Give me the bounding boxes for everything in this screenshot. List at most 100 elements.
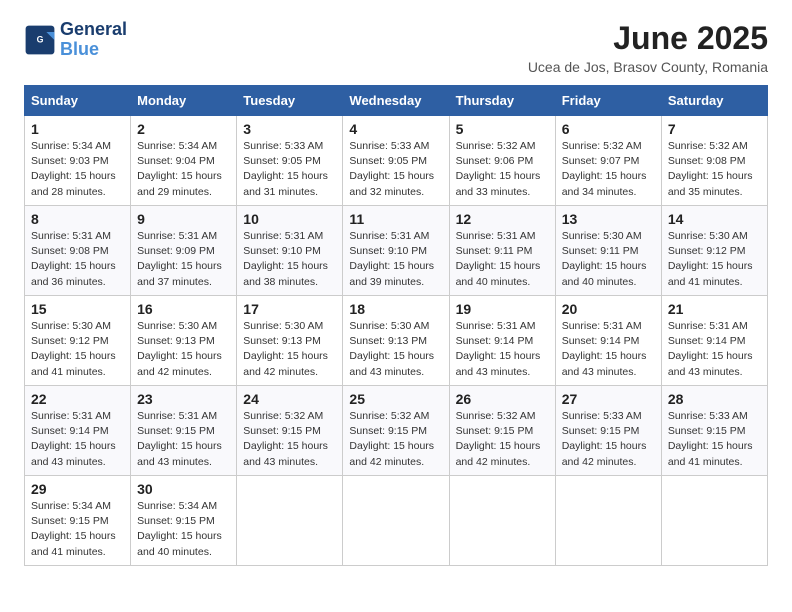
day-number: 12 xyxy=(456,211,549,227)
day-number: 1 xyxy=(31,121,124,137)
day-info: Sunrise: 5:34 AM Sunset: 9:03 PM Dayligh… xyxy=(31,139,124,200)
logo: G General Blue xyxy=(24,20,127,60)
day-number: 28 xyxy=(668,391,761,407)
col-tuesday: Tuesday xyxy=(237,86,343,116)
day-number: 9 xyxy=(137,211,230,227)
day-info: Sunrise: 5:31 AM Sunset: 9:10 PM Dayligh… xyxy=(243,229,336,290)
location-title: Ucea de Jos, Brasov County, Romania xyxy=(528,59,768,75)
col-wednesday: Wednesday xyxy=(343,86,449,116)
day-number: 17 xyxy=(243,301,336,317)
day-info: Sunrise: 5:32 AM Sunset: 9:15 PM Dayligh… xyxy=(456,409,549,470)
calendar-cell: 19 Sunrise: 5:31 AM Sunset: 9:14 PM Dayli… xyxy=(449,296,555,386)
calendar-cell: 8 Sunrise: 5:31 AM Sunset: 9:08 PM Daylig… xyxy=(25,206,131,296)
day-number: 25 xyxy=(349,391,442,407)
day-info: Sunrise: 5:31 AM Sunset: 9:14 PM Dayligh… xyxy=(456,319,549,380)
col-monday: Monday xyxy=(131,86,237,116)
day-number: 6 xyxy=(562,121,655,137)
day-info: Sunrise: 5:32 AM Sunset: 9:06 PM Dayligh… xyxy=(456,139,549,200)
day-number: 22 xyxy=(31,391,124,407)
calendar-cell xyxy=(661,476,767,566)
calendar-cell: 23 Sunrise: 5:31 AM Sunset: 9:15 PM Dayli… xyxy=(131,386,237,476)
calendar-cell: 27 Sunrise: 5:33 AM Sunset: 9:15 PM Dayli… xyxy=(555,386,661,476)
day-number: 15 xyxy=(31,301,124,317)
day-number: 18 xyxy=(349,301,442,317)
calendar-cell: 3Sunrise: 5:33 AM Sunset: 9:05 PM Daylig… xyxy=(237,116,343,206)
calendar-cell: 14 Sunrise: 5:30 AM Sunset: 9:12 PM Dayli… xyxy=(661,206,767,296)
day-number: 23 xyxy=(137,391,230,407)
calendar-cell: 13Sunrise: 5:30 AM Sunset: 9:11 PM Dayli… xyxy=(555,206,661,296)
day-number: 26 xyxy=(456,391,549,407)
day-info: Sunrise: 5:33 AM Sunset: 9:05 PM Dayligh… xyxy=(349,139,442,200)
calendar-cell: 1 Sunrise: 5:34 AM Sunset: 9:03 PM Daylig… xyxy=(25,116,131,206)
day-number: 14 xyxy=(668,211,761,227)
day-info: Sunrise: 5:32 AM Sunset: 9:08 PM Dayligh… xyxy=(668,139,761,200)
calendar-table: Sunday Monday Tuesday Wednesday Thursday… xyxy=(24,85,768,566)
calendar-cell: 10 Sunrise: 5:31 AM Sunset: 9:10 PM Dayli… xyxy=(237,206,343,296)
calendar-cell: 16Sunrise: 5:30 AM Sunset: 9:13 PM Dayli… xyxy=(131,296,237,386)
title-area: June 2025 Ucea de Jos, Brasov County, Ro… xyxy=(528,20,768,75)
day-info: Sunrise: 5:30 AM Sunset: 9:13 PM Dayligh… xyxy=(349,319,442,380)
calendar-cell: 5Sunrise: 5:32 AM Sunset: 9:06 PM Daylig… xyxy=(449,116,555,206)
day-number: 8 xyxy=(31,211,124,227)
day-info: Sunrise: 5:31 AM Sunset: 9:14 PM Dayligh… xyxy=(668,319,761,380)
day-number: 30 xyxy=(137,481,230,497)
calendar-cell: 4Sunrise: 5:33 AM Sunset: 9:05 PM Daylig… xyxy=(343,116,449,206)
day-info: Sunrise: 5:32 AM Sunset: 9:15 PM Dayligh… xyxy=(349,409,442,470)
col-sunday: Sunday xyxy=(25,86,131,116)
day-info: Sunrise: 5:31 AM Sunset: 9:14 PM Dayligh… xyxy=(31,409,124,470)
day-number: 11 xyxy=(349,211,442,227)
day-info: Sunrise: 5:31 AM Sunset: 9:14 PM Dayligh… xyxy=(562,319,655,380)
calendar-week-row: 8 Sunrise: 5:31 AM Sunset: 9:08 PM Daylig… xyxy=(25,206,768,296)
day-number: 3 xyxy=(243,121,336,137)
calendar-cell: 7 Sunrise: 5:32 AM Sunset: 9:08 PM Daylig… xyxy=(661,116,767,206)
calendar-cell: 9Sunrise: 5:31 AM Sunset: 9:09 PM Daylig… xyxy=(131,206,237,296)
calendar-header-row: Sunday Monday Tuesday Wednesday Thursday… xyxy=(25,86,768,116)
day-info: Sunrise: 5:34 AM Sunset: 9:04 PM Dayligh… xyxy=(137,139,230,200)
calendar-cell: 2Sunrise: 5:34 AM Sunset: 9:04 PM Daylig… xyxy=(131,116,237,206)
calendar-cell xyxy=(555,476,661,566)
day-number: 19 xyxy=(456,301,549,317)
calendar-cell: 6 Sunrise: 5:32 AM Sunset: 9:07 PM Daylig… xyxy=(555,116,661,206)
calendar-week-row: 15Sunrise: 5:30 AM Sunset: 9:12 PM Dayli… xyxy=(25,296,768,386)
svg-text:G: G xyxy=(37,34,44,44)
day-number: 13 xyxy=(562,211,655,227)
day-info: Sunrise: 5:30 AM Sunset: 9:12 PM Dayligh… xyxy=(668,229,761,290)
col-saturday: Saturday xyxy=(661,86,767,116)
calendar-cell: 12 Sunrise: 5:31 AM Sunset: 9:11 PM Dayli… xyxy=(449,206,555,296)
day-number: 16 xyxy=(137,301,230,317)
calendar-week-row: 1 Sunrise: 5:34 AM Sunset: 9:03 PM Daylig… xyxy=(25,116,768,206)
day-info: Sunrise: 5:31 AM Sunset: 9:15 PM Dayligh… xyxy=(137,409,230,470)
calendar-cell: 28 Sunrise: 5:33 AM Sunset: 9:15 PM Dayli… xyxy=(661,386,767,476)
day-number: 24 xyxy=(243,391,336,407)
day-number: 20 xyxy=(562,301,655,317)
page-header: G General Blue June 2025 Ucea de Jos, Br… xyxy=(24,20,768,75)
calendar-cell: 18 Sunrise: 5:30 AM Sunset: 9:13 PM Dayli… xyxy=(343,296,449,386)
day-info: Sunrise: 5:33 AM Sunset: 9:15 PM Dayligh… xyxy=(668,409,761,470)
calendar-cell: 22 Sunrise: 5:31 AM Sunset: 9:14 PM Dayli… xyxy=(25,386,131,476)
calendar-cell: 26 Sunrise: 5:32 AM Sunset: 9:15 PM Dayli… xyxy=(449,386,555,476)
calendar-cell: 24Sunrise: 5:32 AM Sunset: 9:15 PM Dayli… xyxy=(237,386,343,476)
day-info: Sunrise: 5:31 AM Sunset: 9:11 PM Dayligh… xyxy=(456,229,549,290)
day-info: Sunrise: 5:31 AM Sunset: 9:08 PM Dayligh… xyxy=(31,229,124,290)
col-friday: Friday xyxy=(555,86,661,116)
day-info: Sunrise: 5:34 AM Sunset: 9:15 PM Dayligh… xyxy=(137,499,230,560)
calendar-cell: 21 Sunrise: 5:31 AM Sunset: 9:14 PM Dayli… xyxy=(661,296,767,386)
day-info: Sunrise: 5:30 AM Sunset: 9:13 PM Dayligh… xyxy=(243,319,336,380)
day-info: Sunrise: 5:32 AM Sunset: 9:07 PM Dayligh… xyxy=(562,139,655,200)
calendar-week-row: 22 Sunrise: 5:31 AM Sunset: 9:14 PM Dayli… xyxy=(25,386,768,476)
calendar-cell: 25 Sunrise: 5:32 AM Sunset: 9:15 PM Dayli… xyxy=(343,386,449,476)
calendar-cell: 20 Sunrise: 5:31 AM Sunset: 9:14 PM Dayli… xyxy=(555,296,661,386)
calendar-cell: 30 Sunrise: 5:34 AM Sunset: 9:15 PM Dayli… xyxy=(131,476,237,566)
logo-icon: G xyxy=(24,24,56,56)
month-title: June 2025 xyxy=(528,20,768,57)
day-number: 27 xyxy=(562,391,655,407)
day-info: Sunrise: 5:34 AM Sunset: 9:15 PM Dayligh… xyxy=(31,499,124,560)
day-number: 10 xyxy=(243,211,336,227)
calendar-cell: 11Sunrise: 5:31 AM Sunset: 9:10 PM Dayli… xyxy=(343,206,449,296)
day-info: Sunrise: 5:33 AM Sunset: 9:15 PM Dayligh… xyxy=(562,409,655,470)
day-number: 7 xyxy=(668,121,761,137)
calendar-cell xyxy=(237,476,343,566)
day-number: 21 xyxy=(668,301,761,317)
calendar-cell xyxy=(343,476,449,566)
calendar-cell xyxy=(449,476,555,566)
